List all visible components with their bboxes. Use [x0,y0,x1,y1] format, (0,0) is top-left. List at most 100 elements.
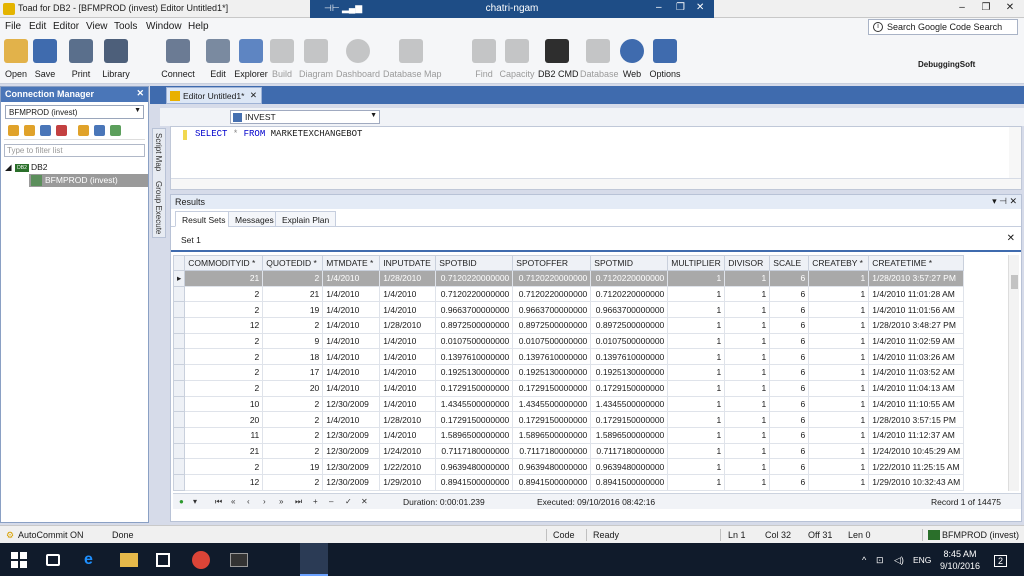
schema-select[interactable]: INVEST ▼ [230,110,380,124]
row-indicator[interactable] [173,317,186,334]
table-cell[interactable]: 0.7117180000000 [512,442,592,460]
volume-icon[interactable]: ◁) [894,555,904,566]
table-cell[interactable]: 1 [724,379,771,397]
table-cell[interactable]: 2 [262,473,324,491]
table-cell[interactable]: 1/4/2010 11:10:55 AM [868,395,965,413]
tray-expand-icon[interactable]: ^ [862,555,866,565]
table-cell[interactable]: 1 [724,395,771,413]
table-cell[interactable]: 1/4/2010 [379,285,437,303]
column-header[interactable]: DIVISOR [724,255,771,271]
column-header[interactable]: SPOTBID [435,255,514,271]
nav-delete-icon[interactable]: – [329,497,333,506]
tab-script-map[interactable]: Script Map [154,133,163,171]
table-cell[interactable]: 0.7117180000000 [590,442,669,460]
table-cell[interactable]: 1.4345500000000 [590,395,669,413]
table-cell[interactable]: 1/22/2010 [379,458,437,475]
open-button[interactable]: Open [4,39,28,79]
table-row[interactable]: 21 2 12/30/2009 1/24/2010 0.7117180000000 0.7… [173,442,965,460]
table-cell[interactable]: 1 [667,332,726,350]
table-cell[interactable]: 1 [724,348,771,366]
table-cell[interactable]: 6 [769,270,810,287]
task-view-icon[interactable] [46,554,60,566]
table-cell[interactable]: 0.1397610000000 [512,348,592,366]
table-cell[interactable]: 1 [724,411,771,428]
table-cell[interactable]: 1/4/2010 [379,395,437,413]
table-cell[interactable]: 1/4/2010 [322,285,381,303]
table-cell[interactable]: 1.5896500000000 [512,426,592,444]
row-indicator[interactable] [173,411,186,428]
menu-help[interactable]: Help [188,21,209,32]
table-cell[interactable]: 1/4/2010 [379,426,437,444]
table-cell[interactable]: 1/4/2010 11:12:37 AM [868,426,965,444]
table-cell[interactable]: 1/4/2010 [322,411,381,428]
table-cell[interactable]: 1 [808,395,870,413]
table-cell[interactable]: 1/4/2010 11:03:26 AM [868,348,965,366]
table-cell[interactable]: 1 [808,348,870,366]
table-cell[interactable]: 0.0107500000000 [512,332,592,350]
table-cell[interactable]: 1/28/2010 3:48:27 PM [868,317,965,334]
table-cell[interactable]: 11 [184,426,264,444]
table-cell[interactable]: 2 [262,442,324,460]
table-cell[interactable]: 1 [667,270,726,287]
edit-connection-icon[interactable] [40,125,51,136]
table-cell[interactable]: 0.1729150000000 [512,411,592,428]
nav-last-icon[interactable]: ⏭ [295,497,302,507]
table-cell[interactable]: 20 [184,411,264,428]
table-cell[interactable]: 0.1397610000000 [435,348,514,366]
close-set-icon[interactable]: ✕ [1007,233,1015,244]
row-indicator[interactable] [173,348,186,366]
table-cell[interactable]: 2 [262,411,324,428]
row-indicator[interactable] [173,364,186,381]
find-button[interactable]: Find [472,39,496,79]
row-indicator[interactable]: ▸ [173,270,186,287]
nav-first-icon[interactable]: ⏮ [215,497,222,507]
table-cell[interactable]: 1 [667,301,726,319]
status-connection[interactable]: BFMPROD (invest) [942,530,1019,540]
scroll-thumb[interactable] [1011,275,1018,289]
table-cell[interactable]: 12 [184,473,264,491]
network-icon[interactable]: ⊡ [876,555,884,566]
table-row[interactable]: 2 18 1/4/2010 1/4/2010 0.1397610000000 0.1397… [173,348,965,366]
table-cell[interactable]: 9 [262,332,324,350]
table-cell[interactable]: 6 [769,317,810,334]
row-indicator[interactable] [173,473,186,491]
table-cell[interactable]: 1.4345500000000 [435,395,514,413]
table-cell[interactable]: 12 [184,317,264,334]
close-panel-icon[interactable]: ✕ [136,88,144,99]
menu-editor[interactable]: Editor [53,21,79,32]
table-cell[interactable]: 1 [667,285,726,303]
column-header[interactable]: SPOTOFFER [512,255,592,271]
table-cell[interactable]: 0.7120220000000 [435,285,514,303]
remote-restore-button[interactable]: ❐ [676,2,685,13]
table-cell[interactable]: 1/28/2010 [379,317,437,334]
table-cell[interactable]: 2 [184,348,264,366]
table-row[interactable]: ▸ 21 2 1/4/2010 1/28/2010 0.7120220000000 0.71… [173,270,965,287]
table-cell[interactable]: 1 [724,301,771,319]
refresh-icon[interactable] [110,125,121,136]
nav-add-icon[interactable]: + [313,497,318,506]
table-cell[interactable]: 1/4/2010 [322,379,381,397]
table-cell[interactable]: 0.8941500000000 [590,473,669,491]
table-cell[interactable]: 2 [262,270,324,287]
table-cell[interactable]: 2 [184,458,264,475]
build-button[interactable]: Build [270,39,294,79]
table-cell[interactable]: 1/28/2010 3:57:27 PM [868,270,965,287]
table-cell[interactable]: 12/30/2009 [322,442,381,460]
table-cell[interactable]: 1 [808,285,870,303]
editor-horizontal-scrollbar[interactable] [171,178,1021,189]
table-row[interactable]: 2 17 1/4/2010 1/4/2010 0.1925130000000 0.1925… [173,364,965,381]
table-cell[interactable]: 19 [262,458,324,475]
remote-minimize-button[interactable]: – [656,2,662,13]
table-cell[interactable]: 1 [667,411,726,428]
table-cell[interactable]: 0.1925130000000 [590,364,669,381]
column-header[interactable]: SCALE [769,255,810,271]
table-cell[interactable]: 12/30/2009 [322,426,381,444]
table-cell[interactable]: 18 [262,348,324,366]
table-cell[interactable]: 1/22/2010 11:25:15 AM [868,458,965,475]
results-panel-controls[interactable]: ▾ ⊣ ✕ [992,196,1017,207]
table-cell[interactable]: 1 [667,395,726,413]
tab-set-1[interactable]: Set 1 [175,232,207,248]
table-cell[interactable]: 0.7117180000000 [435,442,514,460]
table-cell[interactable]: 1 [724,270,771,287]
table-cell[interactable]: 1/4/2010 [379,348,437,366]
